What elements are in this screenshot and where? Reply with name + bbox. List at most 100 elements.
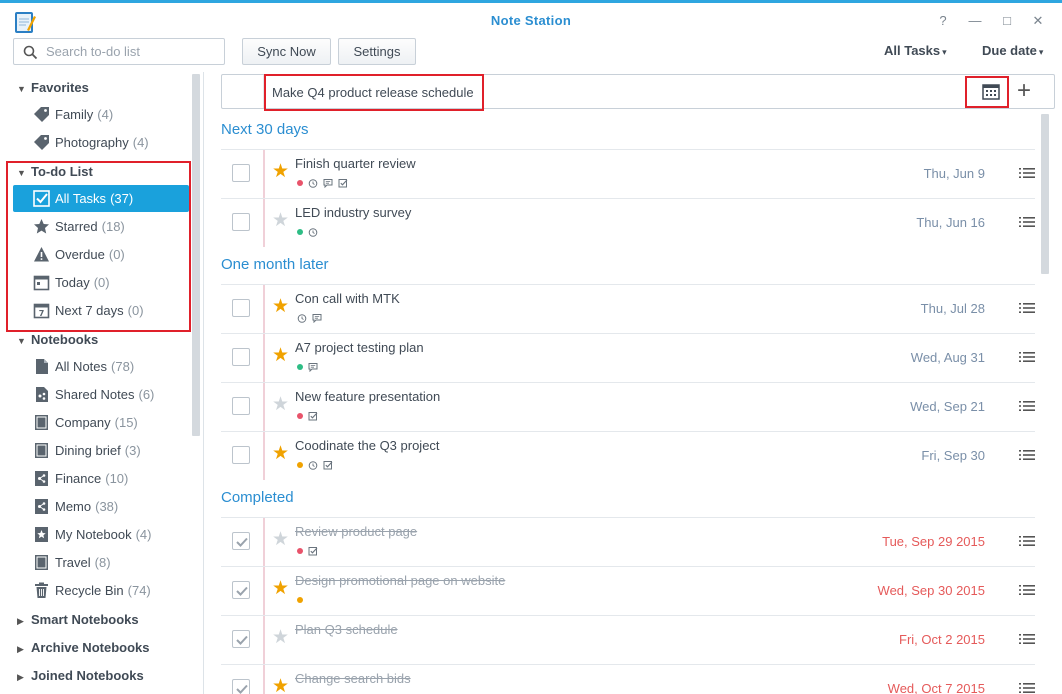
task-row[interactable]: ★ A7 project testing plan Wed, Aug 31 bbox=[221, 333, 1035, 382]
section-favorites[interactable]: ▼ Favorites bbox=[17, 76, 89, 100]
sidebar-item-count: (6) bbox=[138, 387, 155, 402]
task-menu-icon[interactable] bbox=[1019, 215, 1035, 229]
sidebar-item-all-tasks[interactable]: All Tasks (37) bbox=[13, 185, 189, 212]
task-checkbox[interactable] bbox=[232, 299, 250, 317]
color-label-dot bbox=[297, 229, 303, 235]
sidebar-item-count: (3) bbox=[124, 443, 141, 458]
sidebar-item-next-7-days[interactable]: 7 Next 7 days (0) bbox=[13, 297, 189, 324]
settings-button[interactable]: Settings bbox=[338, 38, 416, 65]
task-row[interactable]: ★ Change search bids Wed, Oct 7 2015 bbox=[221, 664, 1035, 694]
sidebar-item-family[interactable]: Family (4) bbox=[13, 101, 189, 128]
task-title[interactable]: Change search bids bbox=[295, 671, 411, 686]
maximize-button[interactable]: □ bbox=[998, 12, 1016, 30]
task-menu-icon[interactable] bbox=[1019, 399, 1035, 413]
star-icon[interactable]: ★ bbox=[272, 346, 289, 366]
task-title[interactable]: A7 project testing plan bbox=[295, 340, 424, 355]
help-button[interactable]: ? bbox=[934, 12, 952, 30]
shared-notebook-icon bbox=[35, 499, 48, 514]
task-title[interactable]: Plan Q3 schedule bbox=[295, 622, 398, 637]
task-menu-icon[interactable] bbox=[1019, 350, 1035, 364]
sidebar-item-dining-brief[interactable]: Dining brief (3) bbox=[13, 437, 189, 464]
sidebar-item-recycle-bin[interactable]: Recycle Bin (74) bbox=[13, 577, 189, 604]
section-todo-list[interactable]: ▼ To-do List bbox=[17, 160, 93, 184]
task-title[interactable]: New feature presentation bbox=[295, 389, 440, 404]
star-icon[interactable]: ★ bbox=[272, 628, 289, 648]
task-checkbox[interactable] bbox=[232, 446, 250, 464]
task-menu-icon[interactable] bbox=[1019, 448, 1035, 462]
task-title[interactable]: Con call with MTK bbox=[295, 291, 400, 306]
search-box[interactable] bbox=[13, 38, 225, 65]
task-row[interactable]: ★ Plan Q3 schedule Fri, Oct 2 2015 bbox=[221, 615, 1035, 664]
add-task-plus-icon[interactable]: + bbox=[1013, 77, 1035, 105]
star-icon[interactable]: ★ bbox=[272, 297, 289, 317]
sidebar-item-count: (10) bbox=[105, 471, 129, 486]
star-icon[interactable]: ★ bbox=[272, 677, 289, 694]
star-icon[interactable]: ★ bbox=[272, 444, 289, 464]
task-due-date: Tue, Sep 29 2015 bbox=[882, 534, 985, 549]
sidebar-item-all-notes[interactable]: All Notes (78) bbox=[13, 353, 189, 380]
task-meta bbox=[297, 594, 303, 606]
task-row[interactable]: ★ New feature presentation Wed, Sep 21 bbox=[221, 382, 1035, 431]
star-icon[interactable]: ★ bbox=[272, 579, 289, 599]
task-row[interactable]: ★ Con call with MTK Thu, Jul 28 bbox=[221, 284, 1035, 333]
task-menu-icon[interactable] bbox=[1019, 632, 1035, 646]
task-menu-icon[interactable] bbox=[1019, 583, 1035, 597]
search-input[interactable] bbox=[46, 42, 216, 61]
star-icon[interactable]: ★ bbox=[272, 211, 289, 231]
task-title[interactable]: Coodinate the Q3 project bbox=[295, 438, 440, 453]
task-checkbox[interactable] bbox=[232, 581, 250, 599]
new-task-input[interactable] bbox=[272, 82, 872, 102]
sidebar-item-shared-notes[interactable]: Shared Notes (6) bbox=[13, 381, 189, 408]
task-row[interactable]: ★ Finish quarter review Thu, Jun 9 bbox=[221, 149, 1035, 198]
close-button[interactable]: ✕ bbox=[1029, 12, 1047, 30]
section-notebooks[interactable]: ▼ Notebooks bbox=[17, 328, 98, 352]
sidebar-item-finance[interactable]: Finance (10) bbox=[13, 465, 189, 492]
sidebar-item-today[interactable]: Today (0) bbox=[13, 269, 189, 296]
task-checkbox[interactable] bbox=[232, 630, 250, 648]
group-title: Completed bbox=[221, 489, 294, 506]
task-title[interactable]: Design promotional page on website bbox=[295, 573, 505, 588]
sidebar-item-my-notebook[interactable]: My Notebook (4) bbox=[13, 521, 189, 548]
sidebar-item-travel[interactable]: Travel (8) bbox=[13, 549, 189, 576]
star-icon[interactable]: ★ bbox=[272, 530, 289, 550]
comment-icon bbox=[312, 313, 322, 323]
section-smart-notebooks[interactable]: ▶ Smart Notebooks bbox=[17, 608, 139, 632]
task-filter-dropdown[interactable]: All Tasks ▾ bbox=[884, 43, 947, 58]
due-date-calendar-icon[interactable] bbox=[978, 81, 1004, 103]
task-menu-icon[interactable] bbox=[1019, 534, 1035, 548]
section-archive-notebooks[interactable]: ▶ Archive Notebooks bbox=[17, 636, 149, 660]
task-checkbox[interactable] bbox=[232, 397, 250, 415]
task-checkbox[interactable] bbox=[232, 164, 250, 182]
task-menu-icon[interactable] bbox=[1019, 301, 1035, 315]
sidebar-item-company[interactable]: Company (15) bbox=[13, 409, 189, 436]
sidebar-scrollbar[interactable] bbox=[192, 74, 200, 436]
task-row[interactable]: ★ Coodinate the Q3 project Fri, Sep 30 bbox=[221, 431, 1035, 480]
sync-now-button[interactable]: Sync Now bbox=[242, 38, 331, 65]
section-joined-notebooks[interactable]: ▶ Joined Notebooks bbox=[17, 664, 144, 688]
task-row[interactable]: ★ LED industry survey Thu, Jun 16 bbox=[221, 198, 1035, 247]
star-icon[interactable]: ★ bbox=[272, 395, 289, 415]
row-divider bbox=[263, 285, 265, 333]
sidebar-item-photography[interactable]: Photography (4) bbox=[13, 129, 189, 156]
task-list-scrollbar[interactable] bbox=[1041, 114, 1049, 274]
star-icon[interactable]: ★ bbox=[272, 162, 289, 182]
task-title[interactable]: Finish quarter review bbox=[295, 156, 416, 171]
task-row[interactable]: ★ Design promotional page on website Wed, … bbox=[221, 566, 1035, 615]
task-checkbox[interactable] bbox=[232, 532, 250, 550]
task-checkbox[interactable] bbox=[232, 679, 250, 694]
task-menu-icon[interactable] bbox=[1019, 681, 1035, 694]
task-checkbox[interactable] bbox=[232, 348, 250, 366]
sidebar-item-starred[interactable]: Starred (18) bbox=[13, 213, 189, 240]
sidebar-item-overdue[interactable]: Overdue (0) bbox=[13, 241, 189, 268]
task-row[interactable]: ★ Review product page Tue, Sep 29 2015 bbox=[221, 517, 1035, 566]
caret-down-icon: ▾ bbox=[1038, 47, 1044, 57]
sidebar-item-memo[interactable]: Memo (38) bbox=[13, 493, 189, 520]
row-divider bbox=[263, 518, 265, 566]
task-title[interactable]: LED industry survey bbox=[295, 205, 411, 220]
task-checkbox[interactable] bbox=[232, 213, 250, 231]
task-menu-icon[interactable] bbox=[1019, 166, 1035, 180]
expand-arrow-icon: ▼ bbox=[17, 336, 26, 346]
task-title[interactable]: Review product page bbox=[295, 524, 417, 539]
sort-dropdown[interactable]: Due date ▾ bbox=[982, 43, 1043, 58]
minimize-button[interactable]: — bbox=[966, 12, 984, 30]
